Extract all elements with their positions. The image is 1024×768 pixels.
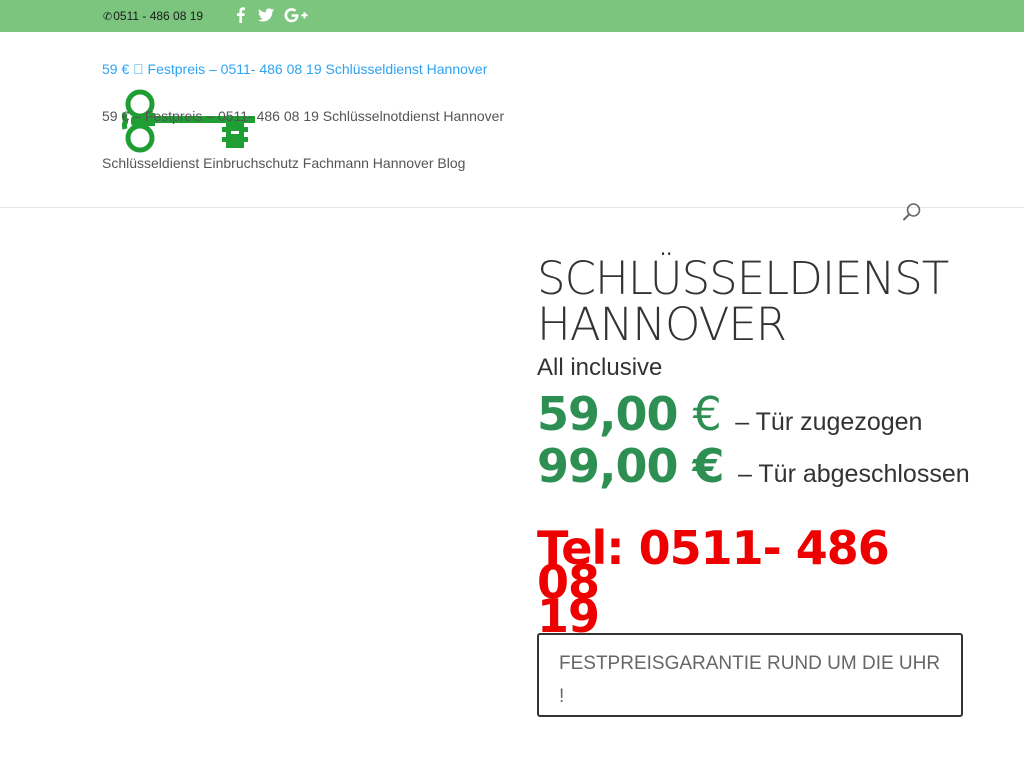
nav-item-festpreis-schluesseldienst[interactable]: 59 € ⃣ Festpreis – 0511- 486 08 19 Schlü… [102, 61, 487, 77]
nav-item-blog[interactable]: Schlüsseldienst Einbruchschutz Fachmann … [102, 155, 465, 171]
top-bar: ✆ 0511 - 486 08 19 [0, 0, 1024, 32]
price-description: – Tür zugezogen [735, 408, 923, 436]
twitter-icon[interactable] [257, 5, 275, 25]
google-plus-icon[interactable] [284, 5, 308, 25]
all-inclusive-label: All inclusive [537, 354, 663, 381]
price-amount: 59,00 € [537, 387, 722, 441]
price-row-zugezogen: 59,00 € – Tür zugezogen [537, 387, 922, 441]
topbar-phone[interactable]: ✆ 0511 - 486 08 19 [103, 9, 203, 23]
phone-icon: ✆ [103, 10, 113, 23]
site-header: 59 € ⃣ Festpreis – 0511- 486 08 19 Schlü… [0, 32, 1024, 221]
festpreisgarantie-button[interactable]: FESTPREISGARANTIE RUND UM DIE UHR ! [537, 633, 963, 717]
phone-number-line-1: Tel: 0511- 486 08 [537, 521, 890, 609]
facebook-icon[interactable] [233, 5, 247, 25]
price-row-abgeschlossen: 99,00 € – Tür abgeschlossen [537, 439, 970, 493]
search-icon[interactable] [902, 202, 922, 222]
price-currency: € [692, 387, 722, 441]
topbar-phone-number: 0511 - 486 08 19 [113, 9, 204, 23]
price-description: – Tür abgeschlossen [738, 460, 970, 488]
page-title: SCHLÜSSELDIENST HANNOVER [537, 256, 957, 348]
nav-item-festpreis-schluesselnotdienst[interactable]: 59 € – Festpreis – 0511- 486 08 19 Schlü… [102, 108, 504, 124]
page-title-line-2: HANNOVER [537, 298, 787, 351]
phone-number-headline[interactable]: Tel: 0511- 486 08 19 [537, 521, 957, 643]
price-amount: 99,00 € [537, 439, 725, 493]
price-currency: € [692, 439, 725, 493]
phone-number-line-2: 19 [537, 589, 600, 643]
